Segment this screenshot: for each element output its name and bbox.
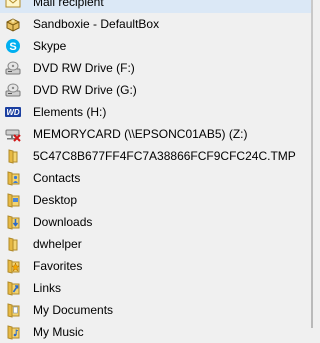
skype-icon: S [4,37,22,55]
contacts-folder-icon [4,169,22,187]
menu-item-sandboxie[interactable]: Sandboxie - DefaultBox [0,13,313,35]
menu-item-label: My Music [33,325,84,339]
dvd-drive-icon [4,59,22,77]
send-to-menu: Mail recipient Sandboxie - DefaultBox S … [0,0,313,343]
menu-item-label: DVD RW Drive (F:) [33,61,135,75]
menu-item-label: My Documents [33,303,114,317]
desktop-folder-icon [4,191,22,209]
menu-right-edge [311,0,313,328]
menu-item-skype[interactable]: S Skype [0,35,313,57]
menu-item-label: 5C47C8B677FF4FC7A38866FCF9CFC24C.TMP [33,149,296,163]
menu-item-label: Desktop [33,193,78,207]
menu-item-downloads[interactable]: Downloads [0,211,313,233]
mail-recipient-icon [4,0,22,11]
menu-item-label: Sandboxie - DefaultBox [33,17,160,31]
svg-text:WD: WD [6,108,20,117]
menu-item-label: Skype [33,39,67,53]
dvd-drive-icon [4,81,22,99]
menu-item-label: Contacts [33,171,81,185]
menu-item-favorites[interactable]: Favorites [0,255,313,277]
menu-item-tmp-folder[interactable]: 5C47C8B677FF4FC7A38866FCF9CFC24C.TMP [0,145,313,167]
wd-drive-icon: WD [4,103,22,121]
favorites-folder-icon [4,257,22,275]
menu-item-label: Links [33,281,62,295]
menu-item-label: Downloads [33,215,93,229]
menu-item-dvd-g[interactable]: DVD RW Drive (G:) [0,79,313,101]
documents-folder-icon [4,301,22,319]
menu-item-label: MEMORYCARD (\\EPSONC01AB5) (Z:) [33,127,248,141]
folder-icon [4,147,22,165]
disconnected-network-drive-icon [4,125,22,143]
menu-item-my-documents[interactable]: My Documents [0,299,313,321]
menu-item-label: Mail recipient [33,0,104,9]
menu-item-links[interactable]: Links [0,277,313,299]
menu-item-elements-h[interactable]: WD Elements (H:) [0,101,313,123]
menu-item-label: Elements (H:) [33,105,107,119]
menu-item-contacts[interactable]: Contacts [0,167,313,189]
music-folder-icon [4,323,22,341]
menu-item-dvd-f[interactable]: DVD RW Drive (F:) [0,57,313,79]
menu-item-label: dwhelper [33,237,82,251]
folder-icon [4,235,22,253]
menu-item-dwhelper[interactable]: dwhelper [0,233,313,255]
menu-item-my-music[interactable]: My Music [0,321,313,343]
menu-item-label: Favorites [33,259,83,273]
svg-text:S: S [9,41,16,53]
links-folder-icon [4,279,22,297]
sandboxie-icon [4,15,22,33]
downloads-folder-icon [4,213,22,231]
menu-item-memorycard-z[interactable]: MEMORYCARD (\\EPSONC01AB5) (Z:) [0,123,313,145]
menu-item-desktop[interactable]: Desktop [0,189,313,211]
menu-item-mail-recipient[interactable]: Mail recipient [0,0,313,13]
menu-item-label: DVD RW Drive (G:) [33,83,137,97]
